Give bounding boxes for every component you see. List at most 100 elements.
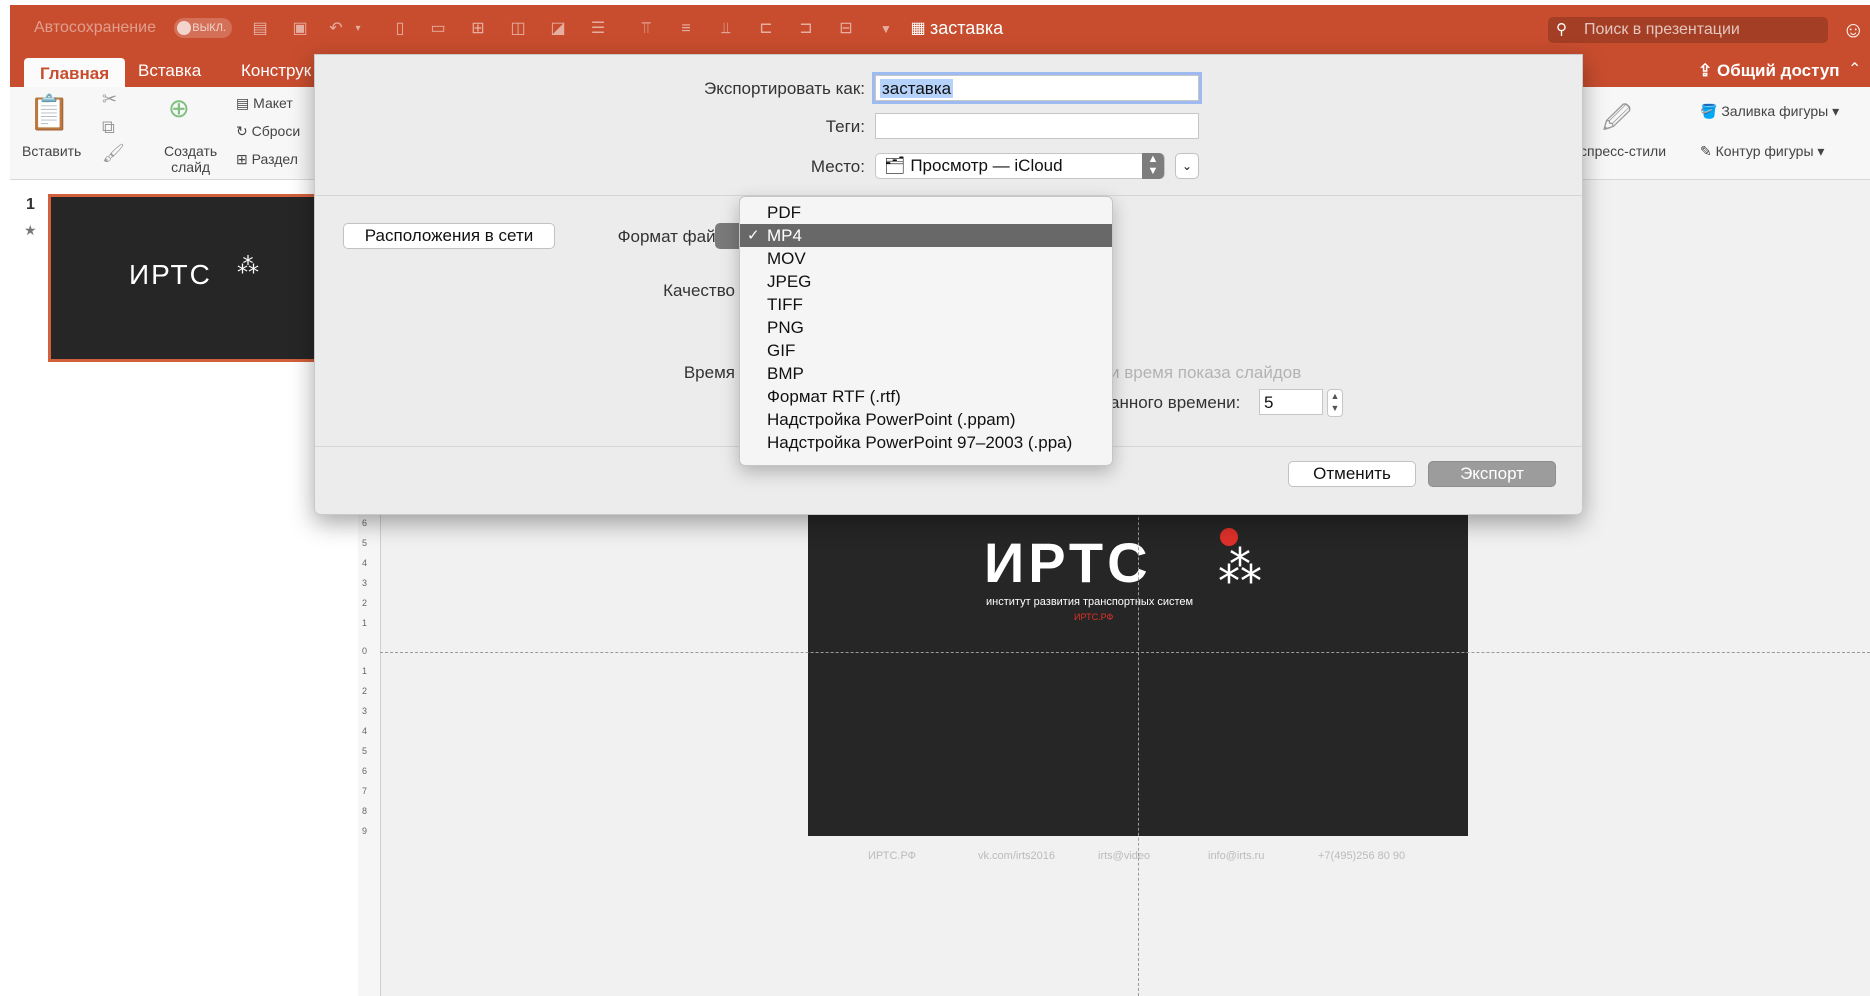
menu-item-label: Надстройка PowerPoint 97–2003 (.ppa)	[767, 433, 1073, 452]
export-as-value: заставка	[880, 79, 954, 98]
group-icon[interactable]: ⊞	[468, 19, 488, 39]
send-backward-icon[interactable]: ◪	[548, 19, 568, 39]
search-box[interactable]: ⚲ Поиск в презентации	[1548, 17, 1828, 43]
align-icon[interactable]: ☰	[588, 19, 608, 39]
checkmark-icon: ✓	[747, 227, 760, 244]
menu-item-ppam[interactable]: Надстройка PowerPoint (.ppam)	[740, 408, 1112, 431]
format-painter-icon[interactable]: 🖌	[102, 143, 125, 164]
menu-item-pdf[interactable]: PDF	[740, 201, 1112, 224]
align-middle-icon[interactable]: ≡	[676, 19, 696, 39]
quick-styles-label[interactable]: спресс-стили	[1580, 143, 1666, 159]
default-time-field[interactable]: 5	[1259, 389, 1323, 415]
menu-item-mov[interactable]: MOV	[740, 247, 1112, 270]
undo-dropdown-icon[interactable]: ▾	[348, 19, 368, 39]
ruler-tick: 5	[362, 538, 368, 548]
save-icon[interactable]: ▣	[290, 19, 310, 39]
quick-styles-icon[interactable]: 🖉	[1602, 97, 1632, 145]
online-locations-button[interactable]: Расположения в сети	[343, 223, 555, 249]
chevron-down-icon: ⌄	[1181, 159, 1193, 173]
new-slide-label[interactable]: Создать слайд	[164, 143, 217, 175]
undo-icon[interactable]: ↶	[326, 19, 346, 39]
cancel-button[interactable]: Отменить	[1288, 461, 1416, 487]
sidebar-toggle-icon[interactable]: ▤	[250, 19, 270, 39]
bring-forward-icon[interactable]: ◫	[508, 19, 528, 39]
align-top-icon[interactable]: ⫪	[636, 19, 656, 39]
menu-item-bmp[interactable]: BMP	[740, 362, 1112, 385]
time-stepper[interactable]: ▲ ▼	[1327, 389, 1343, 417]
ruler-tick: 0	[362, 646, 368, 656]
search-placeholder: Поиск в презентации	[1584, 21, 1740, 38]
section-label: Раздел	[251, 151, 298, 167]
menu-item-png[interactable]: PNG	[740, 316, 1112, 339]
timing-label: Время	[683, 363, 735, 382]
layout-label: Макет	[253, 95, 293, 111]
export-button[interactable]: Экспорт	[1428, 461, 1556, 487]
ruler-tick: 2	[362, 686, 368, 696]
quality-label: Качество	[663, 281, 735, 300]
share-button[interactable]: ⇪ Общий доступ	[1698, 61, 1840, 81]
tags-field[interactable]	[875, 113, 1199, 139]
layout-button[interactable]: ▤ Макет	[236, 95, 293, 112]
customize-toolbar-icon[interactable]: ▼	[876, 19, 896, 39]
ruler-tick: 3	[362, 578, 368, 588]
menu-item-label: Надстройка PowerPoint (.ppam)	[767, 410, 1016, 429]
align-center-icon[interactable]: ⊐	[796, 19, 816, 39]
new-document-icon[interactable]: ▯	[390, 19, 410, 39]
copy-icon[interactable]: ⧉	[102, 117, 115, 138]
ruler-tick: 7	[362, 786, 368, 796]
slideshow-icon[interactable]: ▭	[428, 19, 448, 39]
paste-icon[interactable]: 📋	[28, 93, 70, 133]
shape-fill-button[interactable]: 🪣 Заливка фигуры ▾	[1700, 103, 1839, 120]
new-slide-label-line1: Создать	[164, 143, 218, 159]
export-as-field[interactable]: заставка	[875, 75, 1199, 101]
shape-outline-button[interactable]: ✎ Контур фигуры ▾	[1700, 143, 1824, 160]
menu-item-mp4[interactable]: ✓ MP4	[740, 224, 1112, 247]
align-right-icon[interactable]: ⊟	[836, 19, 856, 39]
folder-icon: 🗂	[884, 156, 911, 175]
feedback-smiley-icon[interactable]: ☺	[1842, 17, 1864, 43]
tab-insert[interactable]: Вставка	[138, 61, 201, 81]
share-label: Общий доступ	[1716, 61, 1840, 80]
menu-item-ppa[interactable]: Надстройка PowerPoint 97–2003 (.ppa)	[740, 431, 1112, 454]
footer-web: ИРТС.РФ	[868, 850, 917, 862]
layout-icon: ▤	[236, 95, 254, 111]
new-slide-label-line2: слайд	[171, 159, 211, 175]
menu-item-label: GIF	[767, 341, 796, 360]
menu-item-label: MOV	[767, 249, 806, 268]
file-format-label: Формат файла	[617, 227, 735, 246]
reset-icon: ↻	[236, 123, 252, 139]
transition-star-icon: ★	[24, 222, 37, 238]
align-left-icon[interactable]: ⊏	[756, 19, 776, 39]
search-icon: ⚲	[1556, 21, 1567, 38]
footer-vk: vk.com/irts2016	[978, 850, 1056, 862]
new-slide-icon[interactable]: ⊕	[168, 93, 190, 124]
pencil-icon: ✎	[1700, 143, 1716, 159]
autosave-toggle[interactable]: ВЫКЛ.	[174, 18, 232, 38]
tab-design[interactable]: Конструк	[241, 61, 311, 81]
menu-item-label: PNG	[767, 318, 804, 337]
location-value: Просмотр — iCloud	[910, 156, 1063, 175]
expand-dialog-button[interactable]: ⌄	[1175, 153, 1199, 179]
share-icon: ⇪	[1698, 61, 1717, 80]
menu-item-label: TIFF	[767, 295, 803, 314]
collapse-ribbon-icon[interactable]: ⌃	[1848, 59, 1861, 79]
section-button[interactable]: ⊞ Раздел	[236, 151, 298, 168]
align-bottom-icon[interactable]: ⫫	[716, 19, 736, 39]
autosave-label: Автосохранение	[34, 19, 156, 36]
menu-item-rtf[interactable]: Формат RTF (.rtf)	[740, 385, 1112, 408]
menu-item-gif[interactable]: GIF	[740, 339, 1112, 362]
reset-button[interactable]: ↻ Сброси	[236, 123, 300, 140]
tags-label: Теги:	[825, 117, 865, 136]
cut-icon[interactable]: ✂	[102, 89, 117, 110]
ruler-tick: 1	[362, 666, 368, 676]
ruler-tick: 4	[362, 726, 368, 736]
paste-label[interactable]: Вставить	[22, 143, 81, 159]
location-popup[interactable]: 🗂 Просмотр — iCloud ▲ ▼	[875, 153, 1165, 179]
horizontal-guide[interactable]	[380, 652, 1870, 653]
menu-item-jpeg[interactable]: JPEG	[740, 270, 1112, 293]
slide-subtitle: институт развития транспортных систем	[986, 596, 1194, 608]
menu-item-tiff[interactable]: TIFF	[740, 293, 1112, 316]
ruler-tick: 3	[362, 706, 368, 716]
slide-url: ИРТС.РФ	[1074, 612, 1114, 622]
slide-thumbnail[interactable]: ИРТС ⁂	[48, 194, 354, 362]
